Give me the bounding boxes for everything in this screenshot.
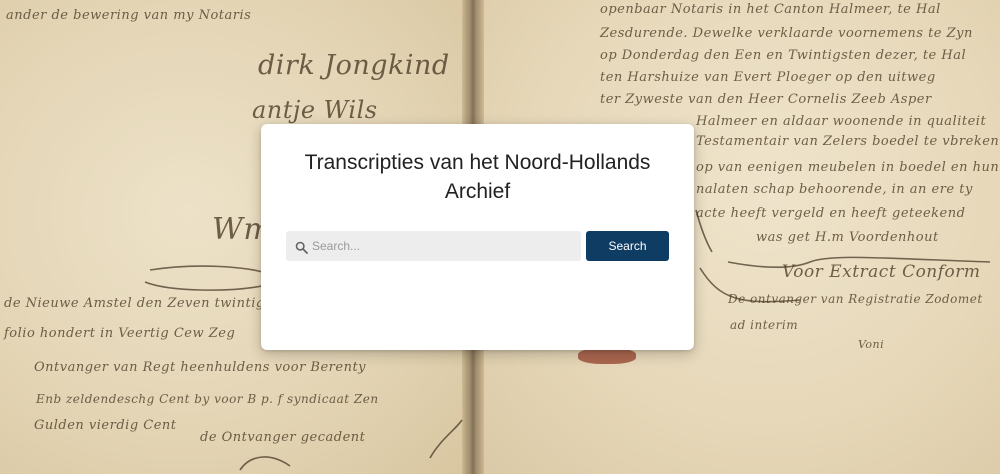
right-line-5: ter Zyweste van den Heer Cornelis Zeeb A… [600,92,932,107]
left-line-7: Ontvanger van Regt heenhuldens voor Bere… [34,360,367,375]
left-line-8: Enb zeldendeschg Cent by voor B p. f syn… [36,392,379,406]
right-line-11: was get H.m Voordenhout [756,230,939,245]
right-line-9: nalaten schap behoorende, in an ere ty [696,182,973,197]
right-line-13: De ontvanger van Registratie Zodomet [728,292,983,306]
search-dialog: Transcripties van het Noord-Hollands Arc… [261,124,694,350]
left-line-6: folio hondert in Veertig Cew Zeg [4,326,236,341]
wax-seal [578,348,636,364]
left-line-9: Gulden vierdig Cent [34,418,177,433]
right-line-6: Halmeer en aldaar woonende in qualiteit [696,114,987,129]
right-line-14: ad interim [730,318,799,332]
left-line-1: ander de bewering van my Notaris [6,8,252,23]
right-line-15: Voni [858,338,885,351]
right-line-2: Zesdurende. Dewelke verklaarde voornemen… [600,26,973,41]
search-input[interactable] [312,231,572,261]
search-field[interactable] [286,231,581,261]
left-line-2: dirk Jongkind [258,50,450,81]
right-line-3: op Donderdag den Een en Twintigsten deze… [600,48,967,63]
right-line-10: acte heeft vergeld en heeft geteekend [696,206,966,221]
right-line-1: openbaar Notaris in het Canton Halmeer, … [600,2,941,17]
search-icon [295,239,308,254]
left-line-3: antje Wils [252,96,378,124]
left-line-10: de Ontvanger gecadent [200,430,366,445]
right-line-8: op van eenigen meubelen in boedel en hun… [696,160,1000,175]
left-line-5: de Nieuwe Amstel den Zeven twintigste [4,296,286,311]
right-line-12: Voor Extract Conform [782,262,981,282]
right-line-4: ten Harshuize van Evert Ploeger op den u… [600,70,936,85]
right-line-7: Testamentair van Zelers boedel te vbreke… [696,134,1000,149]
search-button[interactable]: Search [586,231,669,261]
dialog-title: Transcripties van het Noord-Hollands Arc… [304,151,651,203]
